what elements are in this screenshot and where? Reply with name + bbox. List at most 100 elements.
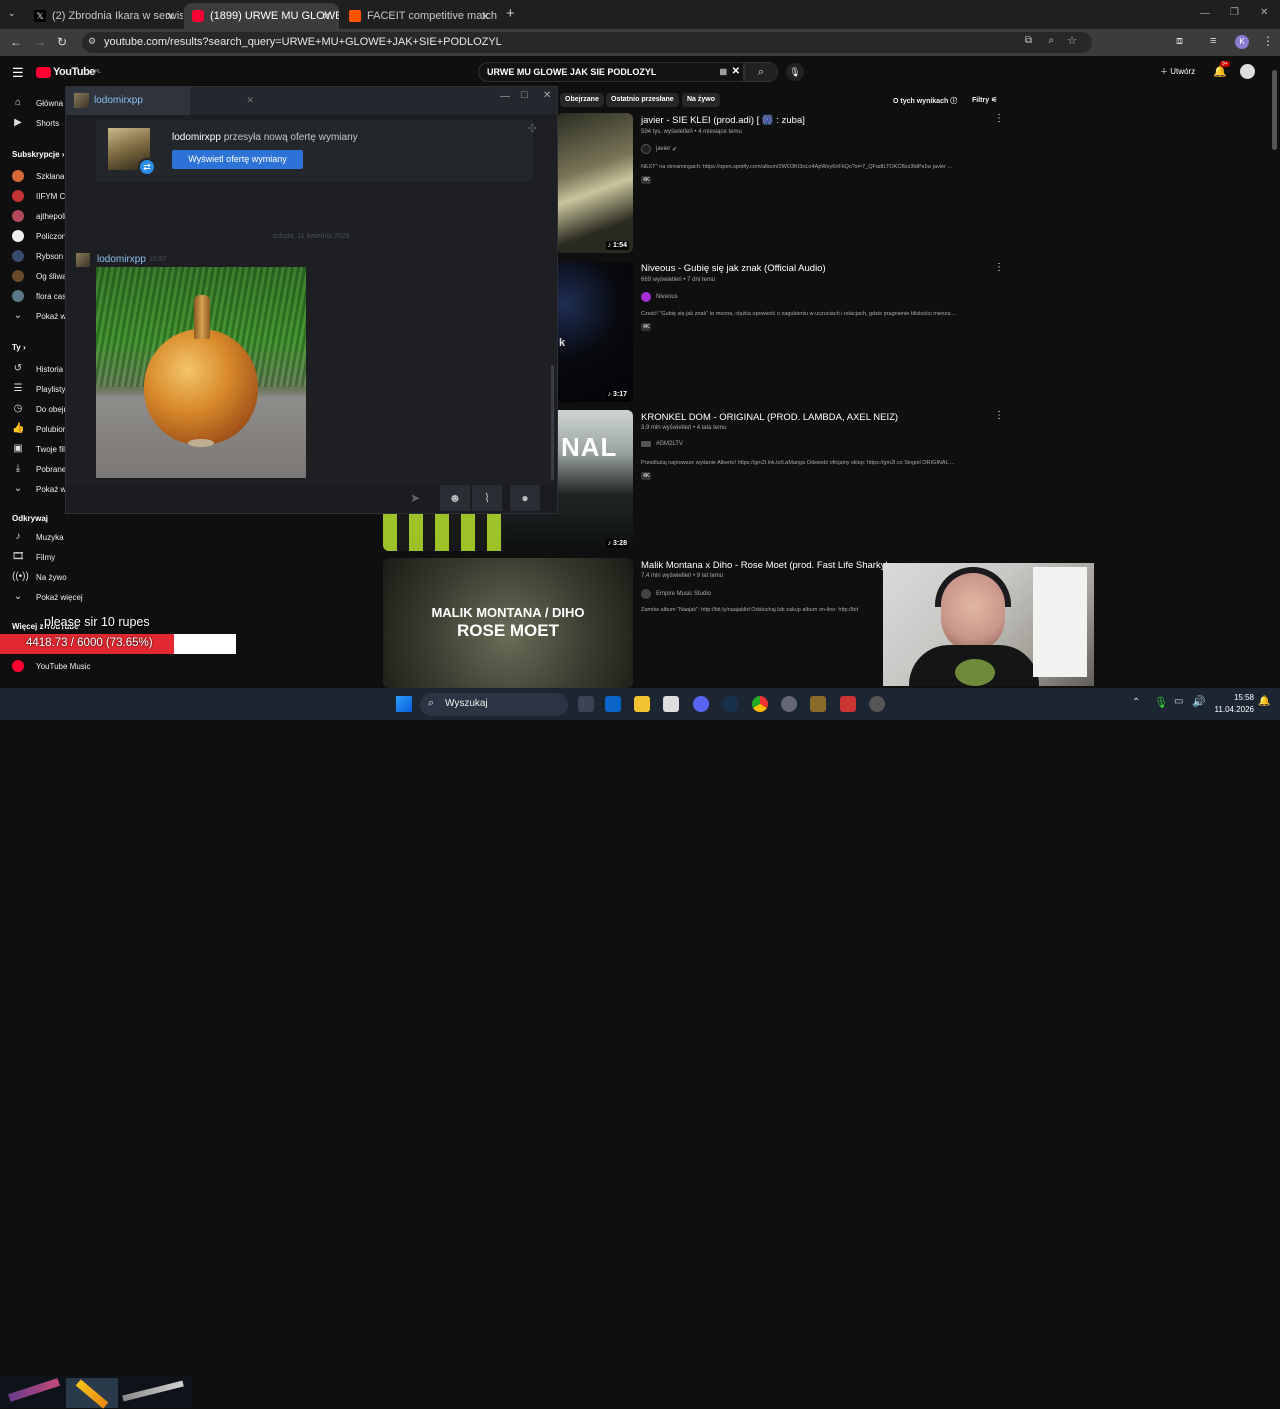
video-channel[interactable]: Empire Music Studio <box>641 589 711 599</box>
close-tab-icon[interactable]: ✕ <box>166 10 175 23</box>
video-menu-icon[interactable]: ⋮ <box>994 410 1004 421</box>
site-info-icon[interactable]: ⚙ <box>88 36 96 47</box>
emoticon-icon[interactable]: ☻ <box>440 485 470 511</box>
sidebar-item-youtube-music[interactable]: YouTube Music <box>12 660 91 672</box>
youtube-logo[interactable]: YouTube PL <box>36 66 101 78</box>
video-menu-icon[interactable]: ⋮ <box>994 113 1004 124</box>
window-close-icon[interactable]: ✕ <box>1260 7 1268 18</box>
video-menu-icon[interactable]: ⋮ <box>994 262 1004 273</box>
send-icon[interactable]: ➤ <box>410 491 420 505</box>
search-button[interactable]: ⌕ <box>744 62 778 82</box>
sidebar-sub[interactable]: Og śliwa <box>12 270 67 282</box>
outlook-icon[interactable] <box>605 696 621 712</box>
steam-minimize-icon[interactable]: — <box>500 91 510 102</box>
network-icon[interactable]: ▭ <box>1174 696 1183 707</box>
sidebar-item-downloads[interactable]: ⤓ Pobrane <box>12 463 66 475</box>
new-tab-button[interactable]: + <box>506 5 515 22</box>
show-more-explore[interactable]: ⌄ Pokaż więcej <box>12 591 83 603</box>
hamburger-menu-icon[interactable]: ☰ <box>12 65 24 81</box>
sidebar-sub[interactable]: SzklanaY <box>12 170 70 182</box>
filters-button[interactable]: Filtry ⚟ <box>972 96 997 104</box>
sidebar-item-music[interactable]: ♪ Muzyka <box>12 531 64 543</box>
keyboard-icon[interactable]: ▦ <box>719 67 727 76</box>
clear-search-icon[interactable]: ✕ <box>732 66 740 77</box>
tab-search-icon[interactable]: ⌄ <box>8 8 16 19</box>
forward-icon[interactable]: → <box>34 35 46 49</box>
browser-tab-faceit[interactable]: FACEIT competitive match - FA ✕ <box>341 3 498 29</box>
profile-avatar[interactable]: K <box>1235 35 1249 49</box>
sidebar-item-playlists[interactable]: ☰ Playlisty <box>12 383 66 395</box>
window-maximize-icon[interactable]: ❐ <box>1230 7 1239 18</box>
sidebar-item-live[interactable]: ((•)) Na żywo <box>12 571 67 583</box>
install-app-icon[interactable]: ⧉ <box>1025 35 1032 46</box>
zoom-icon[interactable]: ⌕ <box>1048 35 1054 46</box>
video-title[interactable]: Malik Montana x Diho - Rose Moet (prod. … <box>641 560 889 571</box>
sidebar-item-home[interactable]: ⌂ Główna <box>12 97 63 109</box>
task-view-icon[interactable] <box>578 696 594 712</box>
windows-start-icon[interactable] <box>396 696 412 712</box>
back-icon[interactable]: ← <box>10 35 22 49</box>
browser-tab-youtube[interactable]: (1899) URWE MU GLOWE JAK S ✕ <box>184 3 339 29</box>
bookmark-star-icon[interactable]: ☆ <box>1067 34 1077 47</box>
steam-icon[interactable] <box>722 696 738 712</box>
app-icon[interactable] <box>810 696 826 712</box>
about-results[interactable]: O tych wynikach ⓘ <box>893 96 957 106</box>
video-title[interactable]: Niveous - Gubię się jak znak (Official A… <box>641 263 826 274</box>
chat-message-input[interactable] <box>70 487 430 511</box>
sidebar-sub[interactable]: flora casl <box>12 290 68 302</box>
steam-maximize-icon[interactable]: □ <box>521 89 528 101</box>
sidebar-item-history[interactable]: ↺ Historia <box>12 363 63 375</box>
create-button[interactable]: ＋ Utwórz <box>1160 66 1195 77</box>
sidebar-sub[interactable]: IIFYM Ch <box>12 190 70 202</box>
voice-icon[interactable]: ● <box>510 485 540 511</box>
chip-recently-uploaded[interactable]: Ostatnio przesłane <box>606 93 679 107</box>
shield-icon[interactable] <box>840 696 856 712</box>
account-avatar[interactable] <box>1240 64 1255 79</box>
volume-icon[interactable]: 🔊 <box>1192 695 1206 708</box>
chrome-icon[interactable] <box>752 696 768 712</box>
microphone-icon[interactable]: 🎙 <box>1154 696 1168 709</box>
gear-icon[interactable] <box>869 696 885 712</box>
settings-gear-icon[interactable] <box>781 696 797 712</box>
video-channel[interactable]: javier ✔ <box>641 144 677 154</box>
sidebar-item-shorts[interactable]: ▶ Shorts <box>12 117 59 129</box>
sidebar-sub[interactable]: Rybson <box>12 250 63 262</box>
steam-titlebar[interactable]: lodomirxpp ✕ — □ ✕ <box>66 87 557 115</box>
taskbar-search[interactable]: ⌕ Wyszukaj <box>420 693 568 716</box>
chat-scrollbar[interactable] <box>551 365 554 480</box>
video-channel[interactable]: #GM2LTV <box>641 441 683 447</box>
attachment-icon[interactable]: ⌇ <box>472 485 502 511</box>
browser-menu-icon[interactable]: ⋮ <box>1262 34 1274 48</box>
sidebar-sub[interactable]: Policzona <box>12 230 71 242</box>
sidebar-item-films[interactable]: 🎞 Filmy <box>12 551 55 563</box>
voice-search-icon[interactable]: 🎙 <box>786 63 804 81</box>
file-explorer-icon[interactable] <box>634 696 650 712</box>
close-chat-tab-icon[interactable]: ✕ <box>246 95 254 106</box>
you-header[interactable]: Ty › <box>12 343 26 352</box>
video-title[interactable]: javier - SIE KLEI (prod.adi) [ 🎆 : zuba] <box>641 115 805 126</box>
subscriptions-header[interactable]: Subskrypcje › <box>12 150 64 159</box>
sidebar-sub[interactable]: ajthepolis <box>12 210 70 222</box>
extensions-icon[interactable]: ⧈ <box>1176 35 1183 48</box>
video-thumbnail[interactable]: ♪ 1:54 <box>557 113 633 253</box>
youtube-search-input[interactable]: URWE MU GLOWE JAK SIE PODLOZYL ▦ ✕ <box>478 62 744 82</box>
browser-tab-x[interactable]: 𝕏 (2) Zbrodnia Ikara w serwisie X ✕ <box>26 3 183 29</box>
view-trade-offer-button[interactable]: Wyświetl ofertę wymiany <box>172 150 303 169</box>
close-tab-icon[interactable]: ✕ <box>481 10 490 23</box>
chip-live[interactable]: Na żywo <box>682 93 721 107</box>
clock-time[interactable]: 15:58 <box>1218 693 1254 702</box>
notifications-icon[interactable]: 🔔 <box>1258 696 1270 707</box>
video-thumbnail[interactable]: k ♪ 3:17 <box>557 262 633 402</box>
store-icon[interactable] <box>663 696 679 712</box>
sidebar-item-liked[interactable]: 👍 Polubione <box>12 423 72 435</box>
close-tab-icon[interactable]: ✕ <box>322 10 331 23</box>
video-channel[interactable]: Niveous <box>641 292 678 302</box>
onion-image[interactable] <box>96 267 306 478</box>
video-thumbnail[interactable]: MALIK MONTANA / DIHO ROSE MOET <box>383 558 633 688</box>
tray-chevron-icon[interactable]: ⌃ <box>1132 697 1140 708</box>
pin-icon[interactable]: ✣ <box>528 122 537 135</box>
steam-close-icon[interactable]: ✕ <box>543 90 551 101</box>
message-sender[interactable]: lodomirxpp <box>97 254 146 265</box>
chat-tab-lodomirxpp[interactable]: lodomirxpp ✕ <box>66 87 254 115</box>
window-minimize-icon[interactable]: — <box>1200 8 1210 19</box>
